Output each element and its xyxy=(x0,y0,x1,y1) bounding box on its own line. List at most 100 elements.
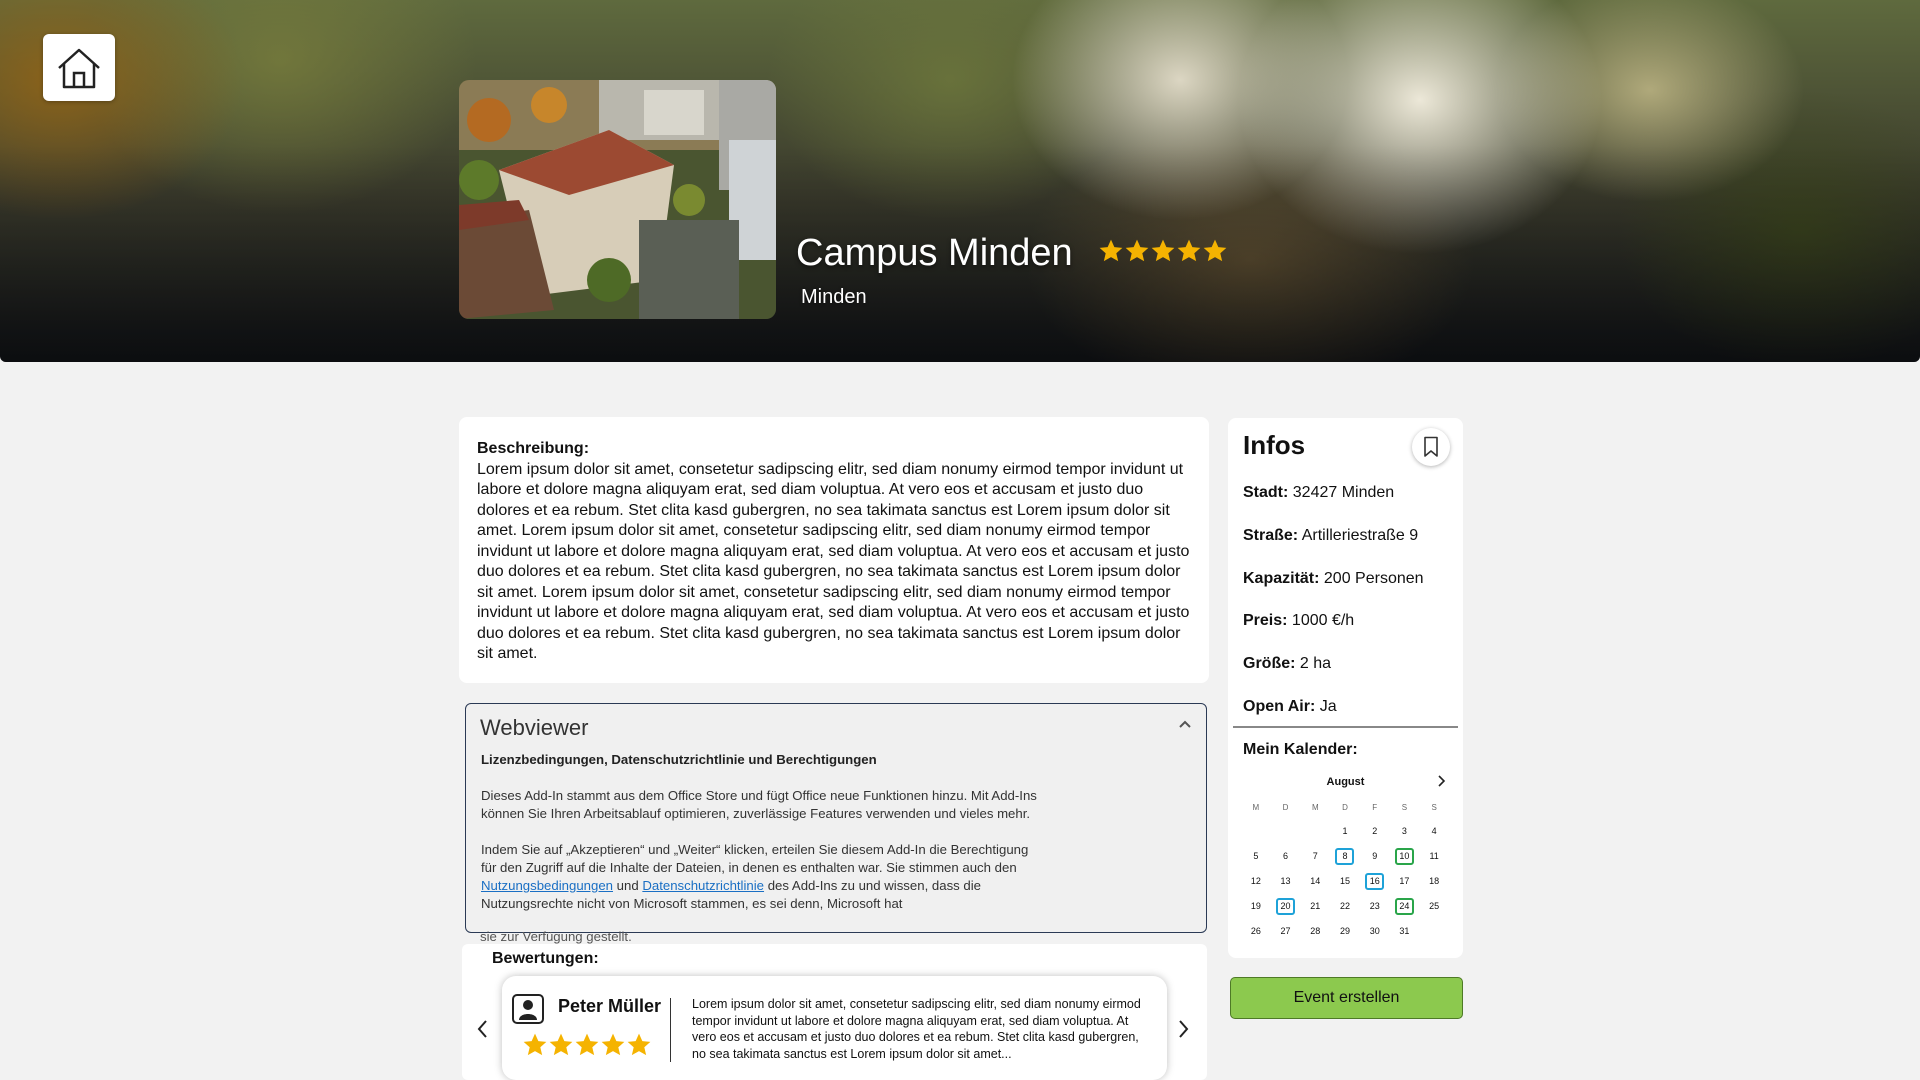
calendar-day[interactable]: 29 xyxy=(1330,923,1360,940)
calendar-day-number: 11 xyxy=(1429,851,1439,861)
calendar-month: August xyxy=(1326,776,1365,788)
calendar-day-number: 10 xyxy=(1394,848,1414,865)
calendar-day[interactable]: 31 xyxy=(1390,923,1420,940)
terms-link[interactable]: Nutzungsbedingungen xyxy=(481,878,613,893)
calendar-empty-cell xyxy=(1241,823,1271,840)
calendar-day[interactable]: 13 xyxy=(1271,873,1301,890)
venue-city: Minden xyxy=(801,286,867,308)
calendar-weekday: D xyxy=(1342,803,1348,812)
calendar-day-number: 24 xyxy=(1394,898,1414,915)
calendar-day[interactable]: 24 xyxy=(1390,898,1420,915)
calendar-weekday: S xyxy=(1401,803,1408,812)
chevron-right-icon[interactable] xyxy=(1174,1018,1192,1040)
calendar-day-number: 13 xyxy=(1280,876,1291,886)
calendar-day[interactable]: 20 xyxy=(1271,898,1301,915)
info-label: Kapazität: xyxy=(1243,570,1320,587)
calendar-day-number: 21 xyxy=(1310,901,1321,911)
calendar-day[interactable]: 4 xyxy=(1419,823,1449,840)
calendar-day[interactable]: 19 xyxy=(1241,898,1271,915)
calendar-day[interactable]: 5 xyxy=(1241,848,1271,865)
calendar-day[interactable]: 21 xyxy=(1300,898,1330,915)
info-value: 32427 Minden xyxy=(1292,484,1395,501)
campus-photo xyxy=(459,80,776,319)
star-icon xyxy=(575,1033,599,1056)
description-card: Beschreibung: Lorem ipsum dolor sit amet… xyxy=(459,417,1209,683)
bookmark-icon xyxy=(1424,436,1438,457)
calendar-day[interactable]: 1 xyxy=(1330,823,1360,840)
calendar-day-number: 26 xyxy=(1250,926,1261,936)
star-icon xyxy=(549,1033,573,1056)
calendar-day[interactable]: 2 xyxy=(1360,823,1390,840)
webviewer-panel[interactable]: Webviewer Lizenzbedingungen, Datenschutz… xyxy=(465,703,1207,933)
calendar-day[interactable]: 28 xyxy=(1300,923,1330,940)
info-label: Preis: xyxy=(1243,612,1288,629)
review-divider xyxy=(670,998,671,1062)
calendar-day-number: 31 xyxy=(1399,926,1410,936)
calendar-day[interactable]: 9 xyxy=(1360,848,1390,865)
chevron-left-icon[interactable] xyxy=(474,1018,492,1040)
webviewer-paragraph: Indem Sie auf „Akzeptieren“ und „Weiter“… xyxy=(481,841,1041,913)
review-rating xyxy=(522,1032,652,1058)
calendar-day[interactable]: 26 xyxy=(1241,923,1271,940)
info-row-stadt: Stadt: 32427 Minden xyxy=(1243,484,1394,502)
calendar-day-number: 4 xyxy=(1431,826,1437,836)
calendar-empty-cell xyxy=(1300,823,1330,840)
info-label: Stadt: xyxy=(1243,484,1289,501)
calendar-day-number: 17 xyxy=(1399,876,1410,886)
calendar-day[interactable]: 10 xyxy=(1390,848,1420,865)
info-label: Open Air: xyxy=(1243,698,1316,715)
chevron-up-icon[interactable] xyxy=(1176,716,1194,734)
calendar-day[interactable]: 12 xyxy=(1241,873,1271,890)
webviewer-text: Indem Sie auf „Akzeptieren“ und „Weiter“… xyxy=(481,842,1029,875)
webviewer-title: Webviewer xyxy=(480,715,589,740)
webviewer-overflow-text: sie zur Verfügung gestellt. xyxy=(480,929,632,944)
create-event-button[interactable]: Event erstellen xyxy=(1230,977,1463,1019)
info-label: Größe: xyxy=(1243,655,1296,672)
hero-banner xyxy=(0,0,1920,362)
calendar-day-number: 22 xyxy=(1339,901,1350,911)
info-row-open-air: Open Air: Ja xyxy=(1243,698,1337,716)
calendar-day[interactable]: 27 xyxy=(1271,923,1301,940)
calendar-day[interactable]: 6 xyxy=(1271,848,1301,865)
description-label: Beschreibung: xyxy=(477,440,590,457)
calendar-day-number: 19 xyxy=(1250,901,1261,911)
calendar-day[interactable]: 16 xyxy=(1360,873,1390,890)
star-icon xyxy=(523,1033,547,1056)
calendar-weekday: S xyxy=(1431,803,1437,812)
calendar-day-number: 18 xyxy=(1429,876,1440,886)
info-value: Ja xyxy=(1319,698,1337,715)
calendar-day[interactable]: 14 xyxy=(1300,873,1330,890)
info-row-kapazitaet: Kapazität: 200 Personen xyxy=(1243,570,1424,588)
calendar-day[interactable]: 22 xyxy=(1330,898,1360,915)
calendar-day[interactable]: 17 xyxy=(1390,873,1420,890)
info-value: 200 Personen xyxy=(1323,570,1424,587)
infos-card: Infos Stadt: 32427 Minden Straße: Artill… xyxy=(1228,418,1463,958)
calendar-day[interactable]: 23 xyxy=(1360,898,1390,915)
calendar-day[interactable]: 11 xyxy=(1419,848,1449,865)
calendar-weekday: M xyxy=(1252,803,1260,812)
calendar-day-number: 29 xyxy=(1339,926,1350,936)
calendar-day[interactable]: 3 xyxy=(1390,823,1420,840)
calendar-weekday: F xyxy=(1372,803,1378,812)
calendar-empty-cell xyxy=(1271,823,1301,840)
calendar-day[interactable]: 8 xyxy=(1330,848,1360,865)
calendar-day[interactable]: 25 xyxy=(1419,898,1449,915)
star-icon xyxy=(1125,239,1149,262)
bookmark-button[interactable] xyxy=(1412,428,1450,466)
calendar-day[interactable]: 7 xyxy=(1300,848,1330,865)
webviewer-paragraph: Dieses Add-In stammt aus dem Office Stor… xyxy=(481,788,1037,821)
calendar-day-number: 28 xyxy=(1310,926,1321,936)
calendar-day-number: 5 xyxy=(1253,851,1259,861)
info-value: Artilleriestraße 9 xyxy=(1301,527,1419,544)
star-icon xyxy=(1203,239,1227,262)
home-button[interactable] xyxy=(43,34,115,101)
calendar-day[interactable]: 18 xyxy=(1419,873,1449,890)
calendar-day-number: 15 xyxy=(1339,876,1350,886)
privacy-link[interactable]: Datenschutzrichtlinie xyxy=(642,878,764,893)
chevron-right-icon[interactable] xyxy=(1435,774,1447,788)
calendar-day[interactable]: 30 xyxy=(1360,923,1390,940)
info-row-preis: Preis: 1000 €/h xyxy=(1243,612,1354,630)
calendar-day-number: 27 xyxy=(1280,926,1291,936)
info-row-strasse: Straße: Artilleriestraße 9 xyxy=(1243,527,1418,545)
calendar-day[interactable]: 15 xyxy=(1330,873,1360,890)
